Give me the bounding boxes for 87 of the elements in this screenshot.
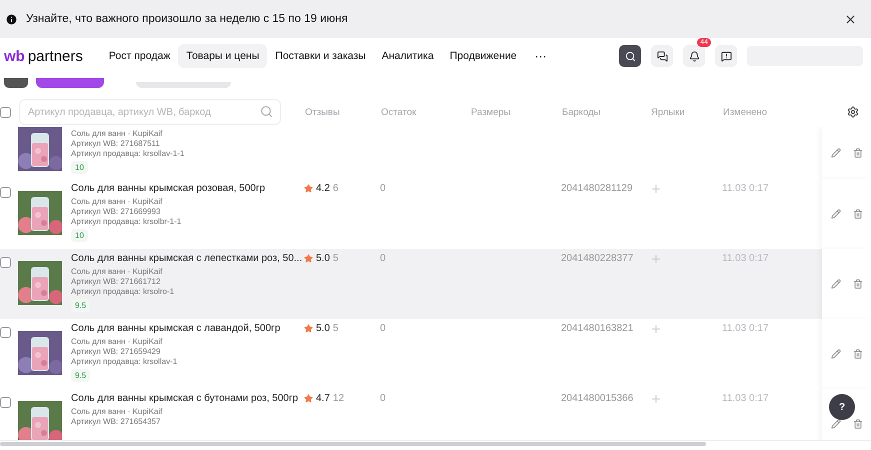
product-row[interactable]: Соль для ванны крымская розовая, 500гр Соль для ванн · KupiKaif Артикул WB: 271669993 Артикул продавца: krsolbr-1-1 10 4.2 6 0 2041480281129 11.03 0:17 xyxy=(0,179,871,249)
product-title[interactable]: Соль для ванны крымская с лепестками роз, 50... xyxy=(71,253,299,264)
star-icon xyxy=(304,254,313,263)
stock-value: 0 xyxy=(380,183,386,194)
stock-value: 0 xyxy=(380,393,386,404)
star-icon xyxy=(304,184,313,193)
primary-button[interactable] xyxy=(36,78,104,88)
modified-date: 11.03 0:17 xyxy=(722,323,769,334)
edit-icon[interactable] xyxy=(830,349,840,359)
nav-tab[interactable]: Продвижение xyxy=(442,44,525,68)
wb-article: Артикул WB: 271654357 xyxy=(71,417,162,426)
barcode-value: 2041480163821 xyxy=(561,323,634,334)
star-icon xyxy=(304,394,313,403)
product-brand: Соль для ванн · KupiKaif xyxy=(71,129,164,138)
seller-article: Артикул продавца: krsollav-1 xyxy=(71,357,178,366)
rating-chip: 9.5 xyxy=(71,299,90,312)
row-checkbox[interactable] xyxy=(0,187,11,198)
nav-tab[interactable]: Аналитика xyxy=(374,44,442,68)
product-brand: Соль для ванн · KupiKaif xyxy=(71,267,164,276)
product-title[interactable]: Соль для ванны крымская с лавандой, 500гр xyxy=(71,323,299,334)
toolbar-button[interactable] xyxy=(4,78,28,88)
nav-tab[interactable]: Товары и цены xyxy=(178,44,268,68)
barcode-value: 2041480228377 xyxy=(561,253,634,264)
delete-icon[interactable] xyxy=(852,349,862,359)
wb-article: Артикул WB: 271687511 xyxy=(71,139,161,148)
product-brand: Соль для ванн · KupiKaif xyxy=(71,407,164,416)
rating-value: 5.0 xyxy=(316,323,330,334)
modified-date: 11.03 0:17 xyxy=(722,183,769,194)
search-icon xyxy=(624,50,636,62)
review-count: 5 xyxy=(332,253,338,264)
wb-article: Артикул WB: 271659429 xyxy=(71,347,162,356)
star-icon xyxy=(304,324,313,333)
stock-value: 0 xyxy=(380,323,386,334)
barcode-value: 2041480281129 xyxy=(561,183,633,194)
more-button[interactable]: ··· xyxy=(528,48,553,64)
barcode-value: 2041480015366 xyxy=(561,393,634,404)
delete-icon[interactable] xyxy=(852,209,862,219)
product-brand: Соль для ванн · KupiKaif xyxy=(71,197,164,206)
rating-chip: 10 xyxy=(71,229,88,242)
wb-article: Артикул WB: 271669993 xyxy=(71,207,162,216)
product-title[interactable]: Соль для ванны крымская с бутонами роз, 500гр xyxy=(71,393,299,404)
notifications-button[interactable] xyxy=(683,45,705,67)
rating-chip: 9.5 xyxy=(71,369,90,382)
banner-text: Узнайте, что важного произошло за неделю с 15 по 19 июня xyxy=(26,13,349,25)
row-checkbox[interactable] xyxy=(0,257,11,268)
feedback-button[interactable] xyxy=(715,45,737,67)
rating-value: 5.0 xyxy=(316,253,330,264)
delete-icon[interactable] xyxy=(852,148,862,158)
edit-icon[interactable] xyxy=(830,209,840,219)
wb-article: Артикул WB: 271661712 xyxy=(71,277,162,286)
feedback-icon xyxy=(720,50,732,62)
product-row[interactable]: Соль для ванны крымская с лавандой, 500гр Соль для ванн · KupiKaif Артикул WB: 271659429 Артикул продавца: krsollav-1 9.5 5.0 5 0 2041480163821 11.03 0:17 xyxy=(0,319,871,389)
product-row[interactable]: Соль для ванны крымская с лепестками роз, 50... Соль для ванн · KupiKaif Артикул WB: 271661712 Артикул продавца: krsolro-1 9.5 5.0 5 0 2041480228377 11.03 0:17 xyxy=(0,249,871,319)
product-brand: Соль для ванн · KupiKaif xyxy=(71,337,164,346)
nav-tab[interactable]: Рост продаж xyxy=(100,44,178,68)
nav-tab[interactable]: Поставки и заказы xyxy=(267,44,374,68)
bell-icon xyxy=(688,50,700,62)
close-icon[interactable] xyxy=(844,12,857,26)
review-count: 6 xyxy=(332,183,338,194)
rating-chip: 10 xyxy=(71,161,88,174)
search-field[interactable]: Артикул продавца, артикул WB, баркод xyxy=(19,99,281,125)
info-icon xyxy=(5,12,18,26)
row-checkbox[interactable] xyxy=(0,327,11,338)
review-count: 12 xyxy=(332,393,344,404)
delete-icon[interactable] xyxy=(852,279,862,289)
seller-article: Артикул продавца: krsolbr-1-1 xyxy=(71,217,182,226)
seller-article: Артикул продавца: krsolro-1 xyxy=(71,287,176,296)
edit-icon[interactable] xyxy=(830,148,840,158)
rating-value: 4.2 xyxy=(316,183,330,194)
seller-article: Артикул продавца: krsollav-1-1 xyxy=(71,149,186,158)
product-title[interactable]: Соль для ванны крымская розовая, 500гр xyxy=(71,183,299,194)
logo[interactable]: wb partners xyxy=(4,48,83,64)
settings-icon[interactable] xyxy=(847,106,859,118)
chat-button[interactable] xyxy=(651,45,673,67)
chat-icon xyxy=(656,50,668,62)
edit-icon[interactable] xyxy=(830,419,840,429)
modified-date: 11.03 0:17 xyxy=(722,253,769,264)
search-button[interactable] xyxy=(619,45,641,67)
row-checkbox[interactable] xyxy=(0,397,11,408)
modified-date: 11.03 0:17 xyxy=(722,393,769,404)
stock-value: 0 xyxy=(380,253,386,264)
edit-icon[interactable] xyxy=(830,279,840,289)
review-count: 5 xyxy=(332,323,338,334)
rating-value: 4.7 xyxy=(316,393,330,404)
select-all-checkbox[interactable] xyxy=(0,106,11,118)
delete-icon[interactable] xyxy=(852,419,862,429)
search-icon[interactable] xyxy=(260,105,273,118)
